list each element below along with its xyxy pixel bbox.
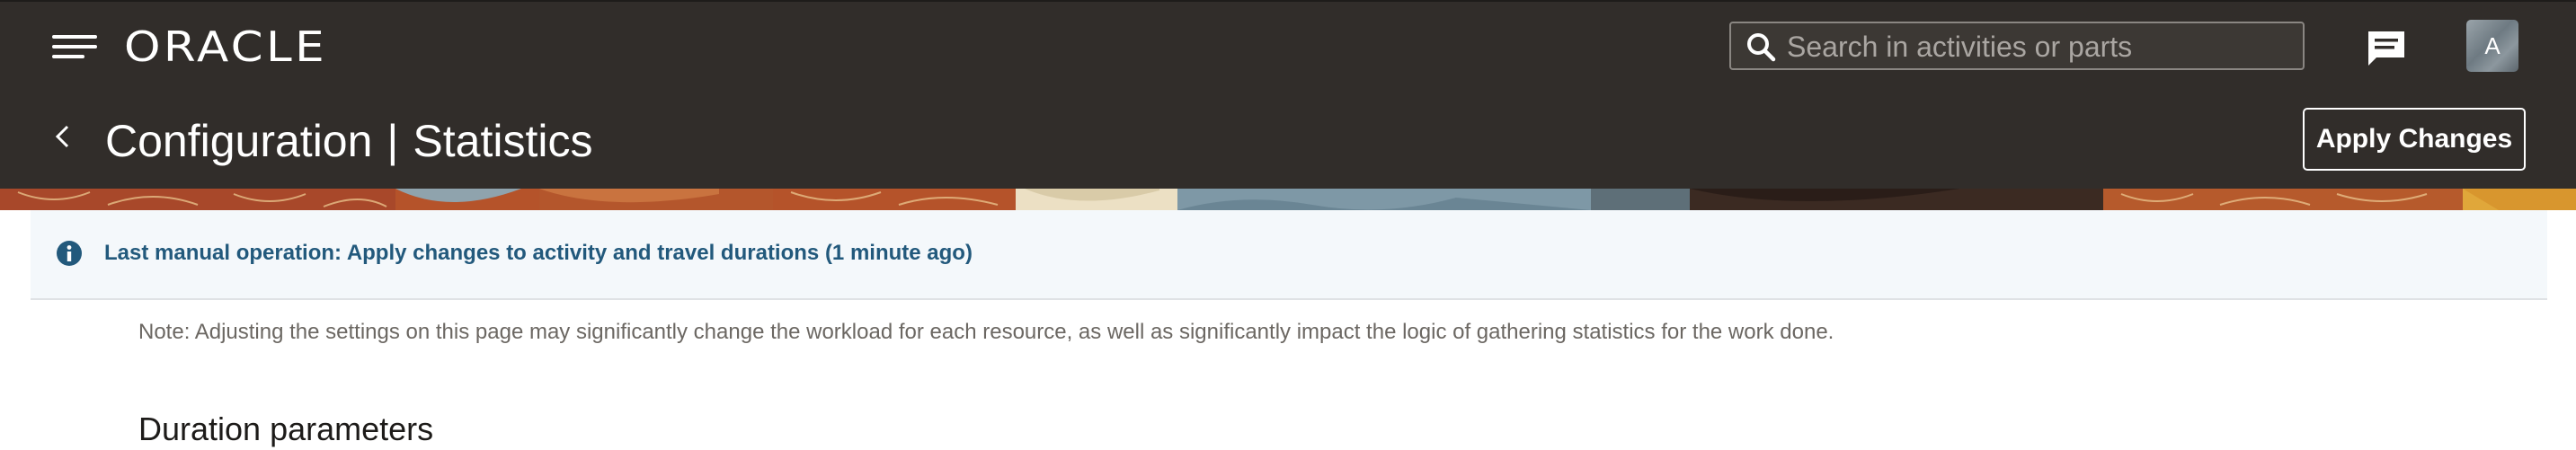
info-icon [57, 241, 82, 266]
search-icon [1747, 33, 1776, 62]
page-title-main: Configuration [105, 116, 373, 166]
settings-note: Note: Adjusting the settings on this pag… [138, 320, 1834, 344]
oracle-logo: ORACLE [124, 22, 327, 71]
info-message-bar: Last manual operation: Apply changes to … [31, 210, 2547, 300]
section-title-duration-parameters: Duration parameters [138, 410, 434, 447]
page-title-separator: | [386, 116, 399, 166]
search-input[interactable] [1785, 27, 2292, 66]
app-header: ORACLE A Configuration | Statistics Apply … [0, 0, 2576, 189]
chevron-left-icon[interactable] [52, 122, 74, 151]
page-title: Configuration | Statistics [105, 110, 592, 172]
info-message: Last manual operation: Apply changes to … [104, 241, 973, 265]
search-box[interactable] [1729, 22, 2305, 70]
hamburger-menu-icon[interactable] [52, 32, 97, 61]
avatar[interactable]: A [2466, 20, 2518, 72]
page-title-sub: Statistics [413, 116, 593, 166]
chat-icon[interactable] [2366, 29, 2407, 68]
apply-changes-button[interactable]: Apply Changes [2303, 108, 2526, 171]
decorative-banner [0, 189, 2576, 210]
banner-artwork [0, 189, 2576, 210]
